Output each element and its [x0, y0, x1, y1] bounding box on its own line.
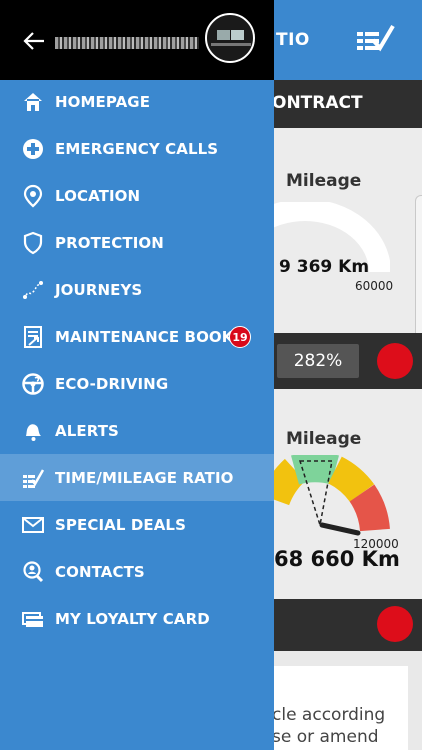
status-indicator-red-2: [377, 606, 413, 642]
menu-item-my-loyalty-card[interactable]: MY LOYALTY CARD: [0, 595, 274, 642]
mileage-label-1: Mileage: [286, 171, 362, 191]
menu-item-location[interactable]: LOCATION: [0, 172, 274, 219]
ratio-check-icon: [21, 466, 45, 490]
page-title: TIO: [276, 30, 310, 50]
avatar[interactable]: [205, 13, 255, 63]
mileage-value-2: 68 660 Km: [274, 547, 400, 571]
maintenance-count-badge: 19: [229, 325, 251, 348]
maintenance-book-icon: [21, 325, 45, 349]
location-pin-icon: [21, 184, 45, 208]
mileage-max-1: 60000: [355, 279, 394, 293]
emergency-call-icon: [21, 137, 45, 161]
drawer-menu: HOMEPAGE EMERGENCY CALLS LOCATION PROTEC…: [0, 78, 274, 642]
menu-item-protection[interactable]: PROTECTION: [0, 219, 274, 266]
mileage-label-2: Mileage: [286, 429, 362, 449]
shield-icon: [21, 231, 45, 255]
drawer-header: [0, 0, 274, 80]
menu-item-contacts[interactable]: CONTACTS: [0, 548, 274, 595]
route-icon: [21, 278, 45, 302]
checklist-icon[interactable]: [355, 22, 395, 56]
loyalty-card-icon: [21, 607, 45, 631]
envelope-icon: [21, 513, 45, 537]
menu-item-maintenance-book[interactable]: MAINTENANCE BOOK 19: [0, 313, 274, 360]
contract-title: ONTRACT: [272, 93, 363, 113]
menu-item-journeys[interactable]: JOURNEYS: [0, 266, 274, 313]
menu-item-alerts[interactable]: ALERTS: [0, 407, 274, 454]
mileage-value-1: 9 369 Km: [279, 257, 370, 277]
menu-item-homepage[interactable]: HOMEPAGE: [0, 78, 274, 125]
menu-item-special-deals[interactable]: SPECIAL DEALS: [0, 501, 274, 548]
menu-item-emergency-calls[interactable]: EMERGENCY CALLS: [0, 125, 274, 172]
status-indicator-red: [377, 343, 413, 379]
steering-wheel-icon: [21, 372, 45, 396]
home-icon: [21, 90, 45, 114]
user-name-blurred: [55, 37, 199, 49]
menu-item-eco-driving[interactable]: ECO-DRIVING: [0, 360, 274, 407]
menu-item-time-mileage-ratio[interactable]: TIME/MILEAGE RATIO: [0, 454, 274, 501]
back-arrow-icon[interactable]: [22, 31, 46, 51]
ratio-percentage: 282%: [277, 344, 359, 378]
contacts-icon: [21, 560, 45, 584]
navigation-drawer: HOMEPAGE EMERGENCY CALLS LOCATION PROTEC…: [0, 0, 274, 750]
bell-icon: [21, 419, 45, 443]
info-text: cle according se or amend: [272, 705, 386, 747]
